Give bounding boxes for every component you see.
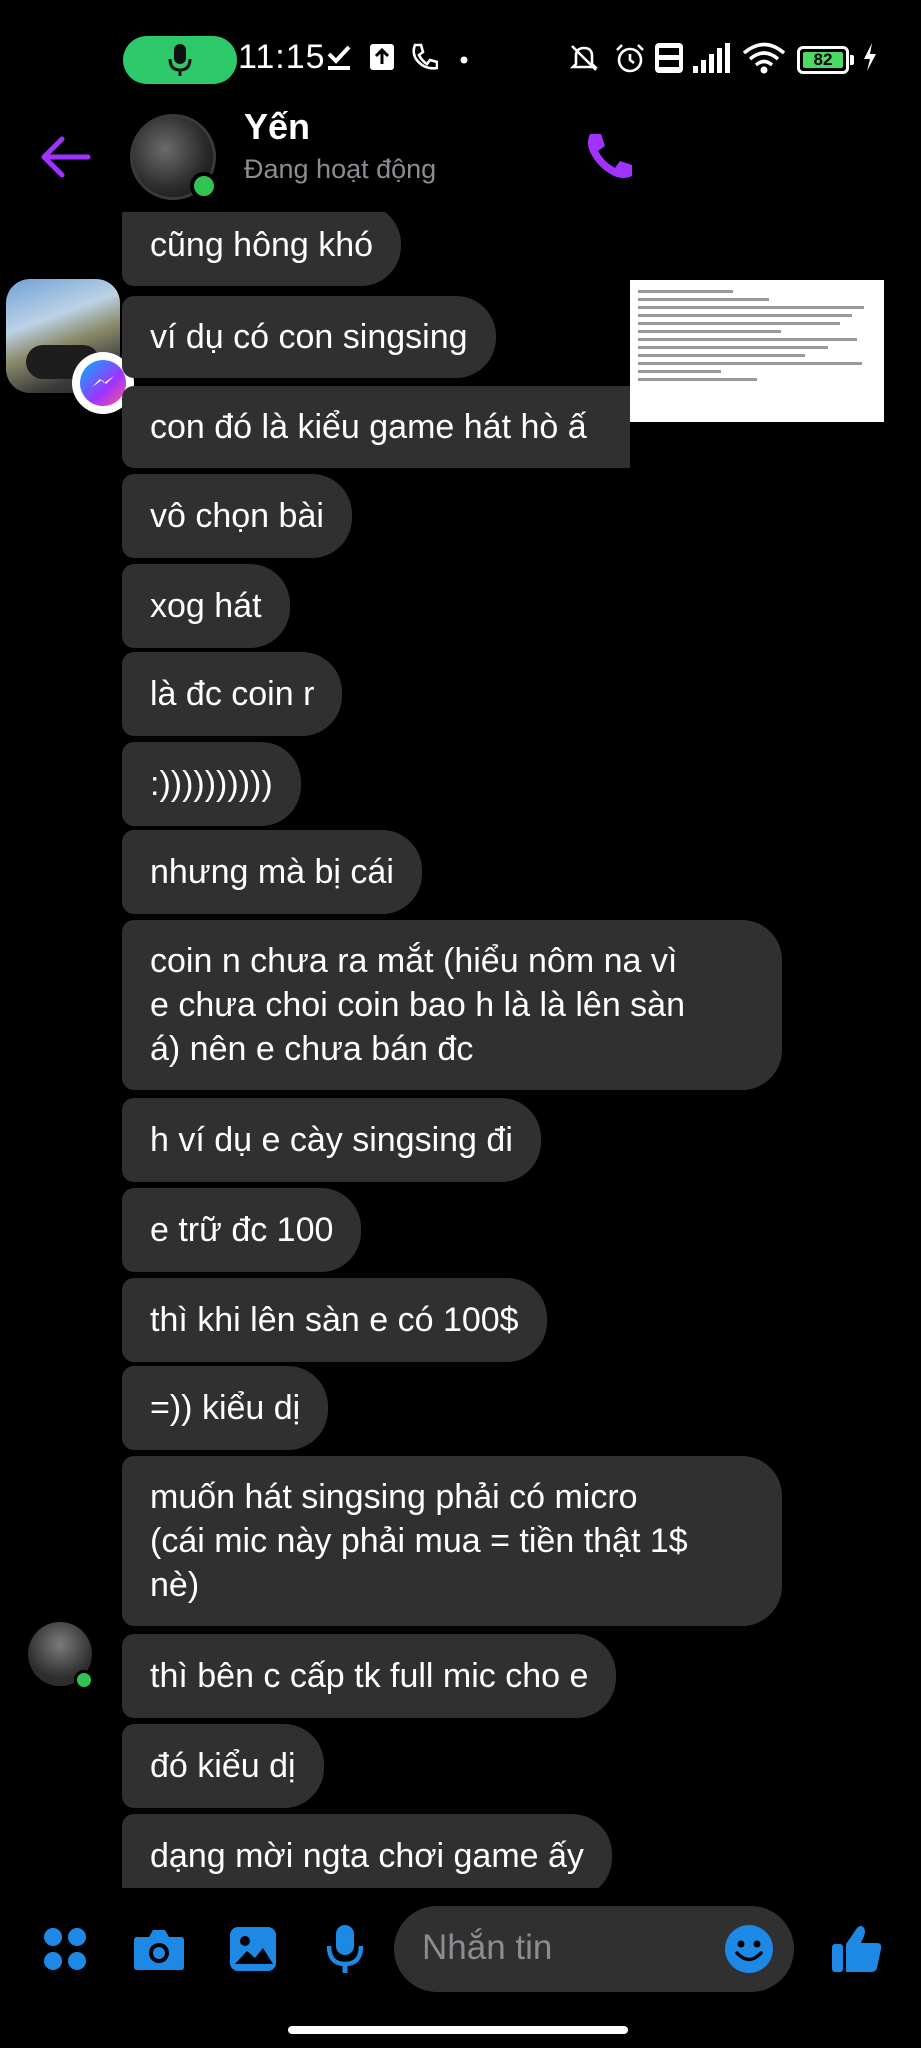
thumbs-up-icon — [832, 1926, 882, 1972]
status-time: 11:15 — [238, 38, 326, 76]
message-bubble[interactable]: nhưng mà bị cái — [122, 830, 422, 914]
mute-bell-icon — [569, 45, 599, 71]
microphone-icon — [168, 44, 192, 76]
gallery-button[interactable] — [226, 1922, 280, 1976]
message-bubble[interactable]: đó kiểu dị — [122, 1724, 324, 1808]
home-indicator[interactable] — [288, 2026, 628, 2034]
phone-call-icon — [412, 43, 438, 70]
message-bubble[interactable]: :)))))))))) — [122, 742, 301, 826]
document-preview-thumbnail[interactable] — [630, 280, 884, 422]
message-bubble[interactable]: coin n chưa ra mắt (hiểu nôm na vì e chư… — [122, 920, 782, 1090]
message-bubble[interactable]: con đó là kiểu game hát hò ấ — [122, 386, 630, 468]
charging-icon — [864, 43, 876, 71]
message-bubble[interactable]: muốn hát singsing phải có micro (cái mic… — [122, 1456, 782, 1626]
like-button[interactable] — [830, 1922, 884, 1976]
volte-icon — [655, 43, 683, 73]
message-bubble[interactable]: h ví dụ e cày singsing đi — [122, 1098, 541, 1182]
alarm-icon — [616, 44, 644, 73]
message-bubble[interactable]: =)) kiểu dị — [122, 1366, 329, 1450]
message-bubble[interactable]: là đc coin r — [122, 652, 343, 736]
message-input[interactable]: Nhắn tin — [394, 1906, 794, 1992]
message-composer: Nhắn tin — [0, 1888, 921, 2008]
back-arrow-icon[interactable] — [36, 132, 96, 182]
emoji-icon[interactable] — [724, 1924, 774, 1974]
battery-indicator: 82 — [797, 46, 854, 74]
upload-icon — [370, 44, 394, 70]
download-done-icon — [327, 45, 351, 70]
active-mic-indicator[interactable] — [123, 36, 237, 84]
voice-message-button[interactable] — [318, 1922, 372, 1976]
phone-call-button-icon[interactable] — [584, 130, 636, 182]
signal-icon — [693, 43, 730, 73]
image-icon — [230, 1927, 276, 1971]
grid-dots-icon — [44, 1928, 86, 1970]
messenger-logo-icon — [92, 376, 114, 387]
battery-level: 82 — [803, 50, 843, 69]
message-bubble[interactable]: thì khi lên sàn e có 100$ — [122, 1278, 547, 1362]
message-bubble[interactable]: e trữ đc 100 — [122, 1188, 362, 1272]
camera-icon — [134, 1930, 184, 1970]
message-bubble[interactable]: xog hát — [122, 564, 290, 648]
wifi-icon — [742, 42, 786, 74]
conversation-header: Yến Đang hoạt động — [0, 100, 921, 212]
notification-dot-icon — [460, 56, 468, 64]
message-bubble[interactable]: thì bên c cấp tk full mic cho e — [122, 1634, 617, 1718]
message-bubble[interactable]: ví dụ có con singsing — [122, 296, 496, 378]
more-actions-button[interactable] — [38, 1922, 92, 1976]
message-list[interactable]: cũng hông khó ví dụ có con singsing con … — [0, 212, 921, 1888]
message-bubble[interactable]: cũng hông khó — [122, 212, 402, 286]
online-status-dot — [74, 1670, 94, 1690]
message-bubble[interactable]: dạng mời ngta chơi game ấy — [122, 1814, 612, 1888]
contact-active-status: Đang hoạt động — [244, 154, 437, 184]
online-status-dot — [190, 172, 218, 200]
microphone-icon — [326, 1925, 364, 1973]
contact-name[interactable]: Yến — [244, 106, 310, 148]
camera-button[interactable] — [132, 1922, 186, 1976]
message-input-placeholder: Nhắn tin — [422, 1928, 553, 1967]
message-bubble[interactable]: vô chọn bài — [122, 474, 352, 558]
